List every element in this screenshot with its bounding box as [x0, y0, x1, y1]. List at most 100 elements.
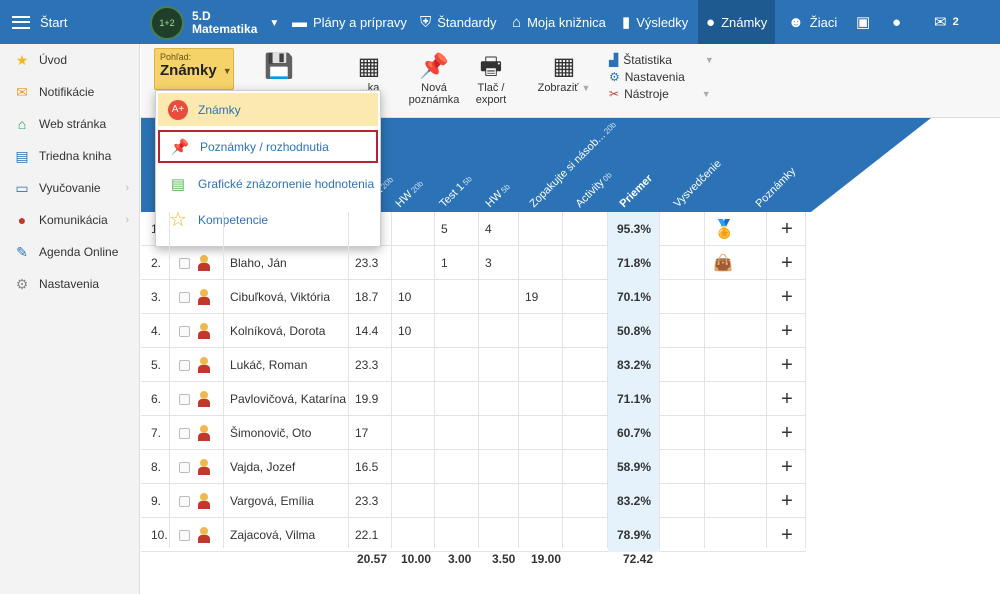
add-note-button[interactable]: +	[767, 314, 807, 348]
add-note-button[interactable]: +	[767, 484, 807, 518]
grade-cell[interactable]: 19	[525, 280, 538, 314]
student-name[interactable]: Lukáč, Roman	[230, 348, 307, 382]
row-checkbox[interactable]	[179, 450, 190, 484]
add-note-button[interactable]: +	[767, 246, 807, 280]
student-name[interactable]: Vajda, Jozef	[230, 450, 295, 484]
student-name[interactable]: Vargová, Emília	[230, 484, 314, 518]
add-note-button[interactable]: +	[767, 450, 807, 484]
grid-line	[704, 212, 705, 548]
grade-cell[interactable]: 19.9	[355, 382, 378, 416]
view-option-grades[interactable]: A+ Známky	[158, 93, 378, 126]
bag-icon[interactable]: 👜	[713, 246, 733, 280]
add-note-button[interactable]: +	[767, 382, 807, 416]
nav-plans[interactable]: ▬ Plány a prípravy	[292, 0, 407, 44]
sidebar-item-web[interactable]: ⌂ Web stránka	[0, 108, 139, 140]
grade-cell[interactable]: 16.5	[355, 450, 378, 484]
nav-standards[interactable]: ⛨ Štandardy	[420, 0, 497, 44]
tools-icon: ✂	[609, 87, 620, 101]
grade-cell[interactable]: 18.7	[355, 280, 378, 314]
start-menu[interactable]: Štart	[0, 0, 140, 44]
view-option-label: Grafické znázornenie hodnotenia	[198, 176, 375, 191]
row-checkbox[interactable]	[179, 314, 190, 348]
print-export-button[interactable]: 🖶 Tlač / export	[471, 52, 511, 106]
board-icon[interactable]: ▣	[856, 0, 870, 44]
settings-menu[interactable]: ⚙ Nastavenia	[609, 69, 714, 86]
student-average: 83.2%	[608, 484, 660, 518]
student-name[interactable]: Pavlovičová, Katarína	[230, 382, 346, 416]
nav-students[interactable]: ☻ Žiaci	[788, 0, 837, 44]
stats-menu[interactable]: ▟ Štatistika ▼	[609, 52, 714, 69]
student-name[interactable]: Cibuľková, Viktória	[230, 280, 330, 314]
add-note-button[interactable]: +	[767, 212, 807, 246]
grade-cell[interactable]: 5	[441, 212, 448, 246]
grade-cell[interactable]: 23.3	[355, 246, 378, 280]
view-value: Známky	[160, 62, 217, 79]
envelope-icon: ✉	[16, 83, 28, 100]
nav-library[interactable]: ⌂ Moja knižnica	[512, 0, 606, 44]
add-note-button[interactable]: +	[767, 416, 807, 450]
grade-cell[interactable]: 4	[485, 212, 492, 246]
add-note-button[interactable]: +	[767, 518, 807, 552]
view-option-notes[interactable]: 📌 Poznámky / rozhodnutia	[158, 130, 378, 163]
chat-icon[interactable]: ●	[892, 0, 901, 44]
nav-library-label: Moja knižnica	[527, 14, 606, 30]
row-checkbox[interactable]	[179, 348, 190, 382]
student-name[interactable]: Šimonovič, Oto	[230, 416, 311, 450]
grade-cell[interactable]: 1	[441, 246, 448, 280]
row-number: 5.	[151, 358, 162, 372]
row-checkbox[interactable]	[179, 518, 190, 552]
add-note-button[interactable]: +	[767, 348, 807, 382]
sidebar-item-agenda[interactable]: ✎ Agenda Online	[0, 236, 139, 268]
save-button[interactable]: 💾	[259, 52, 299, 82]
new-note-label: Nová poznámka	[408, 82, 460, 106]
view-selector-button[interactable]: Pohľad: Známky ▼	[154, 48, 234, 90]
sidebar-item-nastavenia[interactable]: ⚙ Nastavenia	[0, 268, 139, 300]
student-average: 58.9%	[608, 450, 660, 484]
row-checkbox[interactable]	[179, 382, 190, 416]
grade-cell[interactable]: 17	[355, 416, 368, 450]
view-option-graph[interactable]: ▤ Grafické znázornenie hodnotenia	[158, 167, 378, 200]
library-icon: ⌂	[512, 13, 522, 31]
nav-results[interactable]: ▮ Výsledky	[622, 0, 688, 44]
row-number: 9.	[151, 494, 162, 508]
show-button[interactable]: ▦ Zobraziť ▼	[529, 52, 599, 94]
chevron-down-icon: ▼	[701, 89, 711, 99]
grade-cell[interactable]: 3	[485, 246, 492, 280]
envelope-icon: ✉	[934, 14, 947, 31]
grid-line	[607, 212, 608, 548]
grade-cell[interactable]: 10	[398, 314, 411, 348]
chevron-right-icon: ›	[125, 182, 129, 194]
sidebar-item-triedna-kniha[interactable]: ▤ Triedna kniha	[0, 140, 139, 172]
class-selector[interactable]: 1+2 5.D Matematika ▼	[150, 6, 279, 40]
view-option-competencies[interactable]: ☆ Kompetencie	[158, 203, 378, 236]
subject-name: Matematika	[192, 22, 258, 36]
row-checkbox[interactable]	[179, 484, 190, 518]
book-icon: ▬	[292, 13, 307, 31]
add-note-button[interactable]: +	[767, 280, 807, 314]
student-name[interactable]: Blaho, Ján	[230, 246, 287, 280]
student-name[interactable]: Kolníková, Dorota	[230, 314, 325, 348]
tools-menu[interactable]: ✂ Nástroje ▼	[609, 86, 714, 103]
row-number: 6.	[151, 392, 162, 406]
grade-cell[interactable]: 10	[398, 280, 411, 314]
grade-cell[interactable]: 14.4	[355, 314, 378, 348]
medal-icon[interactable]: 🏅	[713, 212, 735, 246]
sidebar-item-notifikacie[interactable]: ✉ Notifikácie	[0, 76, 139, 108]
save-icon: 💾	[264, 53, 294, 80]
grade-cell[interactable]: 23.3	[355, 348, 378, 382]
chart-icon: ▟	[609, 53, 619, 67]
new-note-button[interactable]: 📌 Nová poznámka	[407, 52, 461, 106]
start-label: Štart	[40, 14, 68, 30]
sidebar-item-komunikacia[interactable]: ● Komunikácia ›	[0, 204, 139, 236]
grade-cell[interactable]: 22.1	[355, 518, 378, 552]
sidebar-item-vyucovanie[interactable]: ▭ Vyučovanie ›	[0, 172, 139, 204]
row-checkbox[interactable]	[179, 416, 190, 450]
sidebar-item-uvod[interactable]: ★ Úvod	[0, 44, 139, 76]
nav-grades[interactable]: ● Známky	[698, 0, 776, 44]
student-name[interactable]: Zajacová, Vilma	[230, 518, 315, 552]
shield-icon: ⛨	[420, 13, 432, 31]
row-checkbox[interactable]	[179, 246, 190, 280]
messages-button[interactable]: ✉ 2	[934, 0, 959, 44]
row-checkbox[interactable]	[179, 280, 190, 314]
grade-cell[interactable]: 23.3	[355, 484, 378, 518]
